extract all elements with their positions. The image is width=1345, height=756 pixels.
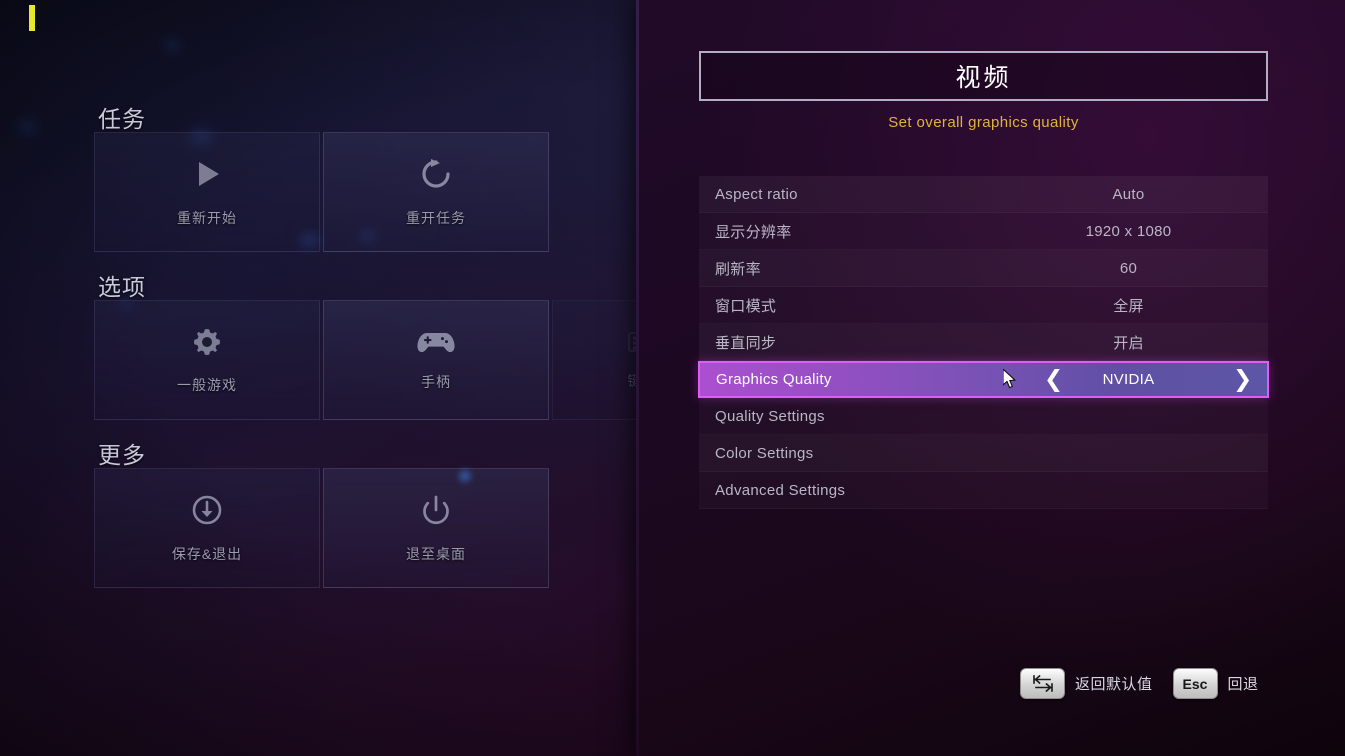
tile-controller[interactable]: 手柄 xyxy=(323,300,549,420)
setting-row-quality-settings[interactable]: Quality Settings xyxy=(699,398,1268,435)
tile-restart-mission[interactable]: 重开任务 xyxy=(323,132,549,252)
power-icon xyxy=(418,492,454,528)
play-icon xyxy=(189,156,225,192)
setting-label: Quality Settings xyxy=(715,407,825,425)
mouse-cursor xyxy=(1002,368,1017,390)
chevron-left-icon[interactable]: ❮ xyxy=(1044,368,1063,391)
setting-label: 显示分辨率 xyxy=(715,223,792,241)
tile-save-and-exit[interactable]: 保存&退出 xyxy=(94,468,320,588)
footer-hints: 返回默认值 Esc 回退 xyxy=(1020,668,1279,699)
setting-row-window-mode[interactable]: 窗口模式 全屏 xyxy=(699,287,1268,324)
panel-title-box: 视频 xyxy=(699,51,1268,101)
setting-label: Advanced Settings xyxy=(715,481,846,499)
tile-label: 手柄 xyxy=(421,374,451,390)
tile-label: 保存&退出 xyxy=(171,546,243,562)
text-caret xyxy=(29,5,35,31)
tile-label: 退至桌面 xyxy=(406,546,466,562)
setting-row-aspect-ratio[interactable]: Aspect ratio Auto xyxy=(699,176,1268,213)
setting-value: 60 xyxy=(1119,259,1138,277)
reset-hint-label: 返回默认值 xyxy=(1075,676,1153,693)
tile-label: 重新开始 xyxy=(177,210,237,226)
settings-list: Aspect ratio Auto 显示分辨率 1920 x 1080 刷新率 … xyxy=(698,176,1269,509)
setting-row-graphics-quality[interactable]: Graphics Quality ❮ NVIDIA ❯ xyxy=(698,361,1269,398)
pause-menu: 任务 重新开始 重开任务 选项 一般游戏 手柄 更多 保存&退出 退至桌面 xyxy=(94,0,778,756)
tile-label: 一般游戏 xyxy=(177,377,237,393)
back-hint-label: 回退 xyxy=(1227,676,1259,693)
panel-left-edge xyxy=(636,0,639,756)
setting-value: 开启 xyxy=(1113,334,1144,352)
game-pause-menu-screen: 任务 重新开始 重开任务 选项 一般游戏 手柄 更多 保存&退出 退至桌面 视频… xyxy=(0,0,1345,756)
tile-label: 重开任务 xyxy=(406,210,466,226)
tab-key-icon[interactable] xyxy=(1020,668,1065,699)
setting-label: 刷新率 xyxy=(715,260,761,278)
section-title-more: 更多 xyxy=(98,442,146,468)
save-exit-icon xyxy=(189,492,225,528)
setting-label: 窗口模式 xyxy=(715,297,777,315)
gear-icon xyxy=(190,325,224,359)
setting-row-color-settings[interactable]: Color Settings xyxy=(699,435,1268,472)
setting-label: 垂直同步 xyxy=(715,334,777,352)
tile-restart[interactable]: 重新开始 xyxy=(94,132,320,252)
setting-label: Color Settings xyxy=(715,444,814,462)
tile-exit-to-desktop[interactable]: 退至桌面 xyxy=(323,468,549,588)
restart-icon xyxy=(418,156,454,192)
panel-subtitle: Set overall graphics quality xyxy=(888,114,1079,131)
setting-row-vsync[interactable]: 垂直同步 开启 xyxy=(699,324,1268,361)
page-title: 视频 xyxy=(955,64,1012,92)
chevron-right-icon[interactable]: ❯ xyxy=(1233,368,1252,391)
esc-key-icon[interactable]: Esc xyxy=(1172,668,1218,699)
setting-row-advanced-settings[interactable]: Advanced Settings xyxy=(699,472,1268,509)
section-title-tasks: 任务 xyxy=(98,106,146,132)
setting-label: Aspect ratio xyxy=(715,185,798,203)
tile-general-game[interactable]: 一般游戏 xyxy=(94,300,320,420)
setting-value: 全屏 xyxy=(1113,297,1144,315)
setting-row-refresh-rate[interactable]: 刷新率 60 xyxy=(699,250,1268,287)
section-title-options: 选项 xyxy=(98,274,146,300)
setting-label: Graphics Quality xyxy=(716,371,832,388)
setting-row-resolution[interactable]: 显示分辨率 1920 x 1080 xyxy=(699,213,1268,250)
gamepad-icon xyxy=(416,328,456,356)
